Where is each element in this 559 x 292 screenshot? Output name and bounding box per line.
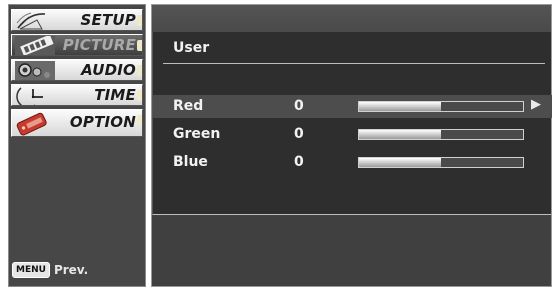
setting-value: 0 xyxy=(294,98,304,114)
setting-label: Green xyxy=(173,126,221,142)
main-menu: SETUP PICTURE AUDIO TIME OPTION MENU Pre… xyxy=(8,4,146,287)
panel-header-bar xyxy=(152,5,551,32)
menu-item-picture[interactable]: PICTURE xyxy=(11,34,143,56)
menu-footer: MENU Prev. xyxy=(12,262,88,278)
setting-label: Blue xyxy=(173,154,208,170)
section-title: User xyxy=(173,40,210,56)
setting-value: 0 xyxy=(294,126,304,142)
menu-item-audio[interactable]: AUDIO xyxy=(11,59,143,81)
clock-icon xyxy=(15,86,55,105)
menu-item-indicator xyxy=(137,65,142,76)
right-arrow-icon[interactable]: ▶ xyxy=(531,97,541,112)
slider-fill xyxy=(359,158,441,167)
menu-key-badge: MENU xyxy=(12,262,50,278)
menu-item-setup[interactable]: SETUP xyxy=(11,9,143,31)
menu-item-indicator xyxy=(137,115,142,126)
setting-row-green[interactable]: Green 0 xyxy=(153,123,552,146)
divider xyxy=(163,63,545,64)
settings-panel: User Red 0 ▶ Green 0 Blue 0 xyxy=(151,4,552,287)
level-slider[interactable] xyxy=(358,157,524,168)
menu-label-picture: PICTURE xyxy=(62,36,136,54)
menu-label-setup: SETUP xyxy=(80,11,136,29)
speaker-icon xyxy=(15,61,55,80)
slider-fill xyxy=(359,102,441,111)
film-strip-icon xyxy=(15,36,55,55)
setting-row-blue[interactable]: Blue 0 xyxy=(153,151,552,174)
menu-item-indicator xyxy=(137,15,142,26)
setting-value: 0 xyxy=(294,154,304,170)
menu-item-indicator xyxy=(137,40,142,51)
menu-item-indicator xyxy=(137,90,142,101)
menu-item-time[interactable]: TIME xyxy=(11,84,143,106)
satellite-dish-icon xyxy=(15,11,55,30)
setting-row-red[interactable]: Red 0 ▶ xyxy=(153,95,552,118)
menu-item-option[interactable]: OPTION xyxy=(11,109,143,137)
level-slider[interactable] xyxy=(358,101,524,112)
prev-label: Prev. xyxy=(53,263,89,277)
user-color-box: User Red 0 ▶ Green 0 Blue 0 xyxy=(152,32,552,215)
setting-label: Red xyxy=(173,98,204,114)
menu-label-time: TIME xyxy=(94,86,136,104)
level-slider[interactable] xyxy=(358,129,524,140)
panel-bottom-area xyxy=(152,215,551,286)
option-tag-icon xyxy=(15,112,55,136)
slider-fill xyxy=(359,130,441,139)
menu-label-option: OPTION xyxy=(69,113,136,131)
menu-label-audio: AUDIO xyxy=(81,61,136,79)
